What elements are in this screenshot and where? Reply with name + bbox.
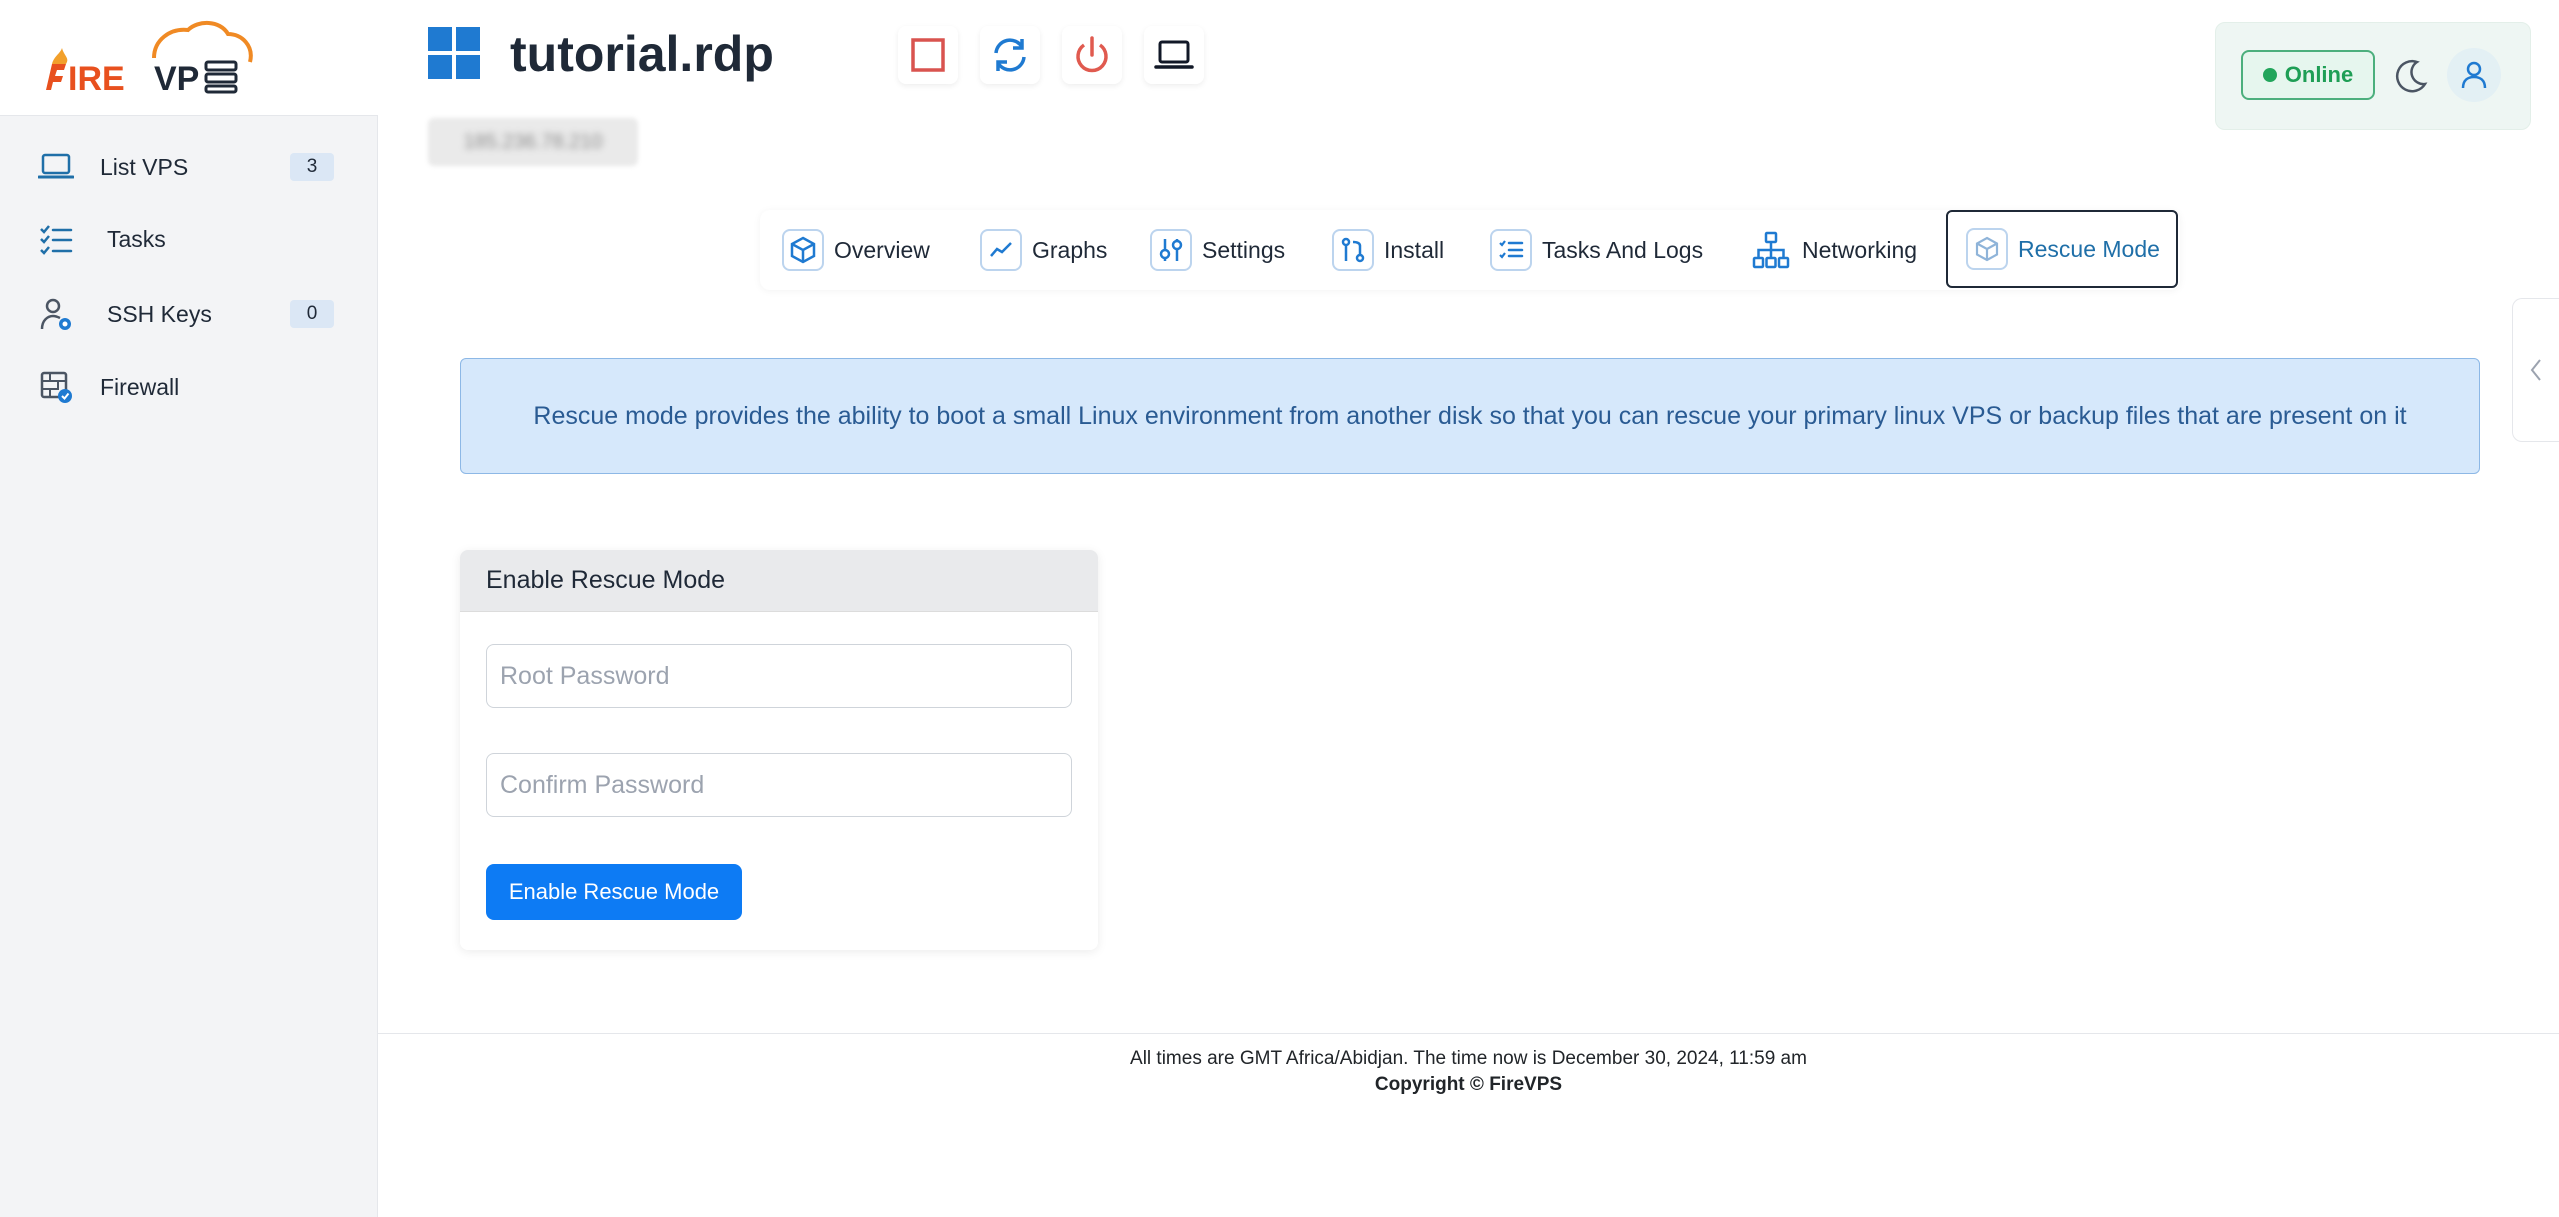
- cube-icon: [782, 229, 824, 271]
- footer-divider: [378, 1033, 2559, 1034]
- stop-icon: [911, 38, 945, 72]
- sidebar: IRE VP List VPS 3 Tasks SSH Keys 0 Firew…: [0, 0, 378, 1217]
- ip-address-blurred: 185.236.78.210: [428, 118, 638, 166]
- tab-settings[interactable]: Settings: [1150, 224, 1285, 276]
- tab-label: Settings: [1202, 236, 1286, 263]
- chevron-left-icon: [2530, 359, 2541, 381]
- tab-label: Overview: [834, 236, 930, 263]
- ssh-keys-count-badge: 0: [290, 300, 334, 328]
- status-text: Online: [2284, 62, 2354, 87]
- sidebar-item-tasks[interactable]: Tasks: [0, 209, 378, 269]
- windows-icon: [428, 27, 480, 79]
- svg-text:IRE: IRE: [68, 60, 125, 94]
- enable-rescue-card: Enable Rescue Mode Enable Rescue Mode: [460, 550, 1098, 950]
- sliders-icon: [1150, 229, 1192, 271]
- tab-overview[interactable]: Overview: [782, 224, 930, 276]
- tab-label: Install: [1384, 236, 1445, 263]
- sidebar-item-label: Tasks: [107, 226, 166, 252]
- tab-install[interactable]: Install: [1332, 224, 1444, 276]
- firewall-icon: [38, 369, 74, 405]
- ip-address: 185.236.78.210: [463, 130, 603, 153]
- sidebar-item-ssh-keys[interactable]: SSH Keys 0: [0, 284, 378, 344]
- moon-icon[interactable]: [2391, 56, 2431, 96]
- sidebar-item-label: List VPS: [100, 154, 189, 180]
- list-icon: [1490, 229, 1532, 271]
- power-icon: [1076, 36, 1108, 73]
- user-key-icon: [38, 296, 74, 332]
- sidebar-item-label: SSH Keys: [107, 301, 212, 327]
- tab-label: Rescue Mode: [2018, 235, 2160, 262]
- rescue-info-alert: Rescue mode provides the ability to boot…: [460, 358, 2480, 474]
- enable-rescue-mode-button[interactable]: Enable Rescue Mode: [486, 864, 742, 920]
- sidebar-item-list-vps[interactable]: List VPS 3: [0, 137, 378, 197]
- firevps-logo[interactable]: IRE VP: [42, 18, 266, 94]
- tab-rescue-mode[interactable]: Rescue Mode: [1946, 210, 2178, 288]
- tab-tasks-and-logs[interactable]: Tasks And Logs: [1490, 224, 1703, 276]
- console-button[interactable]: [1144, 26, 1204, 84]
- tab-graphs[interactable]: Graphs: [980, 224, 1107, 276]
- footer-time-text: All times are GMT Africa/Abidjan. The ti…: [1130, 1048, 1807, 1069]
- git-icon: [1332, 229, 1374, 271]
- restart-button[interactable]: [980, 26, 1040, 84]
- root-password-input[interactable]: [486, 644, 1072, 708]
- laptop-icon: [38, 149, 74, 185]
- right-panel-toggle[interactable]: [2512, 298, 2559, 442]
- online-dot-icon: [2262, 68, 2277, 82]
- tab-label: Graphs: [1032, 236, 1108, 263]
- tab-label: Networking: [1802, 236, 1918, 263]
- tab-label: Tasks And Logs: [1542, 236, 1704, 263]
- card-header: Enable Rescue Mode: [460, 550, 1098, 612]
- graph-icon: [980, 229, 1022, 271]
- alert-text: Rescue mode provides the ability to boot…: [533, 402, 2407, 430]
- sidebar-item-firewall[interactable]: Firewall: [0, 357, 378, 417]
- user-menu-button[interactable]: [2447, 48, 2501, 102]
- restart-icon: [994, 38, 1026, 72]
- logo-area: IRE VP: [0, 0, 378, 116]
- rescue-cube-icon: [1966, 228, 2008, 270]
- confirm-password-input[interactable]: [486, 753, 1072, 817]
- vps-tab-bar: Overview Graphs Settings Install Tasks A…: [760, 210, 2180, 290]
- console-icon: [1154, 40, 1194, 69]
- power-button[interactable]: [1062, 26, 1122, 84]
- svg-text:VP: VP: [154, 60, 199, 94]
- page-title: tutorial.rdp: [510, 26, 774, 82]
- status-badge: Online: [2241, 50, 2375, 100]
- user-icon: [2461, 61, 2487, 89]
- card-title: Enable Rescue Mode: [486, 566, 726, 594]
- network-icon: [1750, 229, 1792, 271]
- checklist-icon: [38, 221, 74, 257]
- sidebar-item-label: Firewall: [100, 374, 180, 400]
- tab-networking[interactable]: Networking: [1750, 224, 1917, 276]
- footer-copyright: Copyright © FireVPS: [1374, 1074, 1563, 1095]
- stop-button[interactable]: [898, 26, 958, 84]
- vps-count-badge: 3: [290, 153, 334, 181]
